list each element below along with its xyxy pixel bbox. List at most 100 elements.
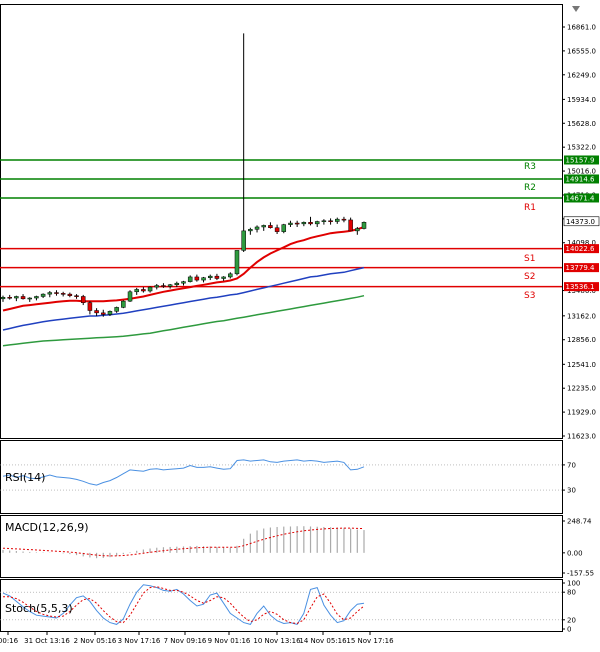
price-y-tick-label: 12856.0 bbox=[567, 336, 596, 344]
candle-body bbox=[67, 293, 73, 296]
candle-body bbox=[107, 311, 113, 315]
x-tick-label: 31 Oct 13:16 bbox=[24, 637, 70, 645]
candle-body bbox=[294, 222, 300, 225]
candle-body bbox=[141, 289, 146, 292]
price-y-tick-label: 16861.0 bbox=[567, 24, 596, 32]
candle-body bbox=[47, 292, 53, 295]
stoch-y-tick-label: 0 bbox=[567, 626, 571, 634]
candle-body bbox=[174, 282, 180, 286]
candle-body bbox=[308, 222, 313, 225]
macd-y-tick-label: 0.00 bbox=[567, 549, 583, 557]
candle-body bbox=[114, 307, 119, 312]
panel-frames bbox=[0, 4, 563, 632]
candle-body bbox=[181, 281, 186, 284]
level-tag-label: 13779.4 bbox=[566, 264, 595, 272]
candle-body bbox=[34, 296, 39, 299]
level-tag-label: 14914.6 bbox=[566, 175, 595, 183]
candle-body bbox=[248, 229, 253, 232]
trading-chart: 16861.0 16555.0 16249.0 15934.0 15628.0 15322… bbox=[0, 4, 600, 645]
level-name-R1: R1 bbox=[524, 203, 536, 213]
last-price-label: 14373.0 bbox=[566, 218, 595, 226]
candle-body bbox=[261, 225, 266, 228]
stoch-y-tick-label: 100 bbox=[567, 580, 580, 588]
price-pane: 16861.0 16555.0 16249.0 15934.0 15628.0 15322… bbox=[0, 24, 600, 441]
candle-body bbox=[27, 297, 32, 300]
candle-body bbox=[281, 224, 287, 232]
price-y-tick-label: 13162.0 bbox=[567, 312, 596, 320]
price-y-tick-label: 12541.0 bbox=[567, 361, 596, 369]
candle-body bbox=[268, 225, 273, 229]
candle-body bbox=[7, 296, 12, 299]
price-y-tick-label: 15628.0 bbox=[567, 120, 596, 128]
candle-body bbox=[20, 296, 26, 300]
candle-body bbox=[194, 276, 200, 281]
x-tick-label: 3 Nov 17:16 bbox=[118, 637, 161, 645]
macd-y-tick-label: 248.74 bbox=[567, 518, 592, 526]
candle-body bbox=[167, 284, 173, 287]
candle-body bbox=[254, 226, 260, 230]
level-tag-label: 15157.9 bbox=[566, 156, 595, 164]
candle-body bbox=[241, 230, 246, 251]
level-tag-label: 14671.4 bbox=[566, 194, 595, 202]
candle-body bbox=[161, 285, 166, 287]
candle-body bbox=[348, 219, 353, 232]
panel-frame-stoch bbox=[0, 579, 563, 632]
stoch-pane: 10080 20 0 Stoch(5,5,3) bbox=[0, 580, 580, 634]
candle-body bbox=[0, 296, 6, 300]
candle-body bbox=[355, 228, 360, 232]
candle-body bbox=[154, 285, 160, 288]
candle-body bbox=[234, 250, 240, 275]
panel-frame-price bbox=[0, 4, 563, 439]
candle-body bbox=[321, 220, 327, 222]
candle-body bbox=[301, 222, 307, 225]
candle-body bbox=[60, 293, 66, 295]
x-tick-label: 00:16 bbox=[0, 637, 19, 645]
candle-body bbox=[121, 300, 126, 308]
price-y-tick-label: 16249.0 bbox=[567, 71, 596, 79]
candle-body bbox=[134, 289, 139, 293]
stoch-title: Stoch(5,5,3) bbox=[5, 602, 73, 615]
candle-body bbox=[87, 302, 93, 311]
candle-body bbox=[74, 295, 79, 297]
candle-body bbox=[361, 222, 367, 229]
level-tag-label: 14022.6 bbox=[566, 245, 595, 253]
candle-body bbox=[207, 275, 213, 278]
price-y-tick-label: 15322.0 bbox=[567, 144, 596, 152]
candle-body bbox=[335, 218, 340, 222]
candle-body bbox=[94, 310, 99, 314]
candle-body bbox=[187, 276, 193, 282]
x-tick-label: 9 Nov 01:16 bbox=[208, 637, 251, 645]
candle-body bbox=[314, 221, 320, 225]
rsi-line bbox=[2, 459, 365, 486]
candle-body bbox=[14, 296, 19, 299]
price-y-tick-label: 11623.0 bbox=[567, 433, 596, 441]
panel-frame-rsi bbox=[0, 440, 563, 514]
macd-pane: 248.74 0.00 -157.55 MACD(12,26,9) bbox=[2, 518, 594, 578]
macd-title: MACD(12,26,9) bbox=[5, 521, 89, 534]
candle-body bbox=[127, 291, 133, 302]
x-tick-label: 14 Nov 05:16 bbox=[299, 637, 347, 645]
candle-body bbox=[341, 218, 347, 221]
ma-mid-line bbox=[2, 266, 365, 331]
level-name-S2: S2 bbox=[524, 272, 535, 282]
stoch-y-tick-label: 80 bbox=[567, 589, 576, 597]
level-tag-label: 13536.1 bbox=[566, 283, 595, 291]
candle-body bbox=[274, 227, 280, 232]
level-name-R2: R2 bbox=[524, 183, 536, 193]
stoch-y-tick-label: 20 bbox=[567, 616, 576, 624]
macd-y-tick-label: -157.55 bbox=[567, 570, 594, 578]
candle-body bbox=[221, 276, 226, 279]
price-y-tick-label: 11929.0 bbox=[567, 409, 596, 417]
level-name-R3: R3 bbox=[524, 162, 536, 172]
price-y-tick-label: 15934.0 bbox=[567, 96, 596, 104]
candle-body bbox=[288, 222, 293, 225]
rsi-y-tick-label: 30 bbox=[567, 487, 576, 495]
scroll-marker-icon bbox=[572, 6, 580, 12]
price-y-tick-label: 15016.0 bbox=[567, 168, 596, 176]
level-name-S3: S3 bbox=[524, 291, 535, 301]
candle-body bbox=[201, 277, 206, 281]
x-tick-label: 7 Nov 09:16 bbox=[164, 637, 207, 645]
candle-body bbox=[101, 312, 106, 315]
candle-body bbox=[147, 286, 153, 292]
x-tick-label: 15 Nov 17:16 bbox=[346, 637, 394, 645]
